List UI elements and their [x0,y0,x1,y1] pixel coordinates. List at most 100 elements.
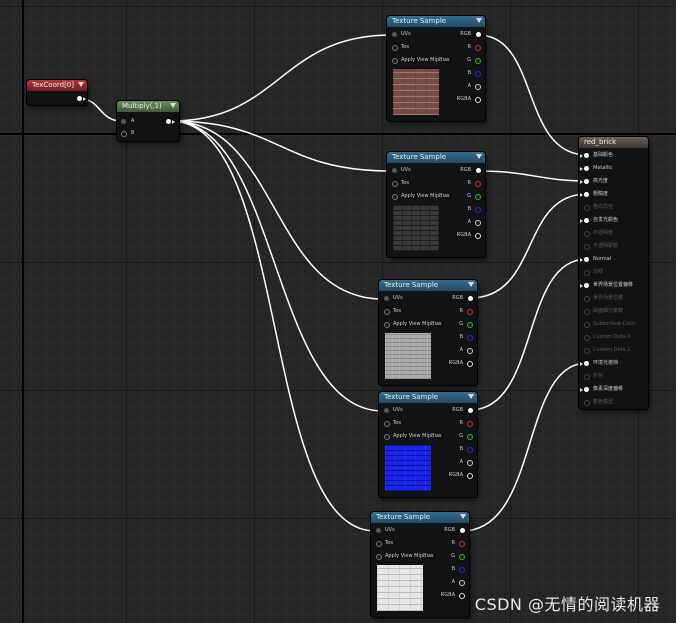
texture-sample-output-pin[interactable] [475,194,481,200]
texture-sample-output-pin[interactable] [476,32,481,37]
multiply-input-a-pin[interactable] [121,119,126,124]
texture-sample-node[interactable]: Texture Sample UVs Tex Apply View MipBias RG… [371,512,469,617]
texture-sample-output-pin[interactable] [459,541,465,547]
texture-sample-input-label: Apply View MipBias [393,321,442,327]
material-input-pin[interactable] [584,296,590,302]
texture-sample-output-pin[interactable] [475,71,481,77]
texture-sample-header[interactable]: Texture Sample [379,392,477,403]
texture-sample-output-pin[interactable] [476,168,481,173]
texture-sample-output-pin[interactable] [467,434,473,440]
multiply-output-pin[interactable] [166,119,171,124]
texture-sample-header[interactable]: Texture Sample [387,16,485,27]
texcoord-node[interactable]: TexCoord[0] [27,80,87,105]
texture-sample-input-pin[interactable] [376,554,382,560]
texcoord-node-header[interactable]: TexCoord[0] [27,80,87,91]
texture-sample-node[interactable]: Texture Sample UVs Tex Apply View MipBias RG… [387,152,485,257]
texture-sample-output-pin[interactable] [475,58,481,64]
texture-sample-input-pin[interactable] [392,194,398,200]
multiply-node-header[interactable]: Multiply(,1) [117,101,179,112]
texcoord-output-pin[interactable] [77,96,82,101]
texture-sample-node[interactable]: Texture Sample UVs Tex Apply View MipBias RG… [379,280,477,385]
texture-sample-output-label: RGBA [440,592,455,598]
texture-sample-output-pin[interactable] [467,361,473,367]
material-input-pin[interactable] [584,309,590,315]
material-input-pin[interactable] [584,335,590,341]
texture-sample-output-pin[interactable] [475,220,481,226]
texture-sample-output-pin[interactable] [459,567,465,573]
material-input-pin[interactable] [584,244,590,250]
texture-sample-input-pin[interactable] [376,541,382,547]
texture-sample-output-pin[interactable] [475,207,481,213]
material-input-pin[interactable] [584,322,590,328]
material-input-pin[interactable] [584,205,590,211]
texture-sample-input-label: Apply View MipBias [385,553,434,559]
collapse-arrow-icon[interactable] [476,18,482,23]
collapse-arrow-icon[interactable] [468,282,474,287]
collapse-arrow-icon[interactable] [476,154,482,159]
material-input-pin[interactable] [584,387,589,392]
texture-sample-input-pin[interactable] [384,322,390,328]
material-input-pin[interactable] [584,400,590,406]
texture-sample-input-pin[interactable] [392,168,397,173]
texture-sample-input-label: Apply View MipBias [393,433,442,439]
texture-sample-output-pin[interactable] [475,84,481,90]
material-input-pin[interactable] [584,361,589,366]
material-input-pin[interactable] [584,192,589,197]
texture-sample-output-pin[interactable] [475,181,481,187]
texture-sample-header[interactable]: Texture Sample [387,152,485,163]
texture-sample-output-pin[interactable] [459,580,465,586]
material-input-pin[interactable] [584,166,589,171]
texture-sample-output-pin[interactable] [475,45,481,51]
material-result-node[interactable]: red_brick 基础颜色 Metallic 高光度 粗糙度 各向异性 自发光颜色 不透明… [579,137,648,409]
texture-sample-output-pin[interactable] [467,421,473,427]
texture-sample-input-pin[interactable] [392,181,398,187]
texture-sample-node[interactable]: Texture Sample UVs Tex Apply View MipBias RG… [379,392,477,497]
texture-sample-output-pin[interactable] [467,460,473,466]
texture-sample-input-pin[interactable] [384,309,390,315]
collapse-arrow-icon[interactable] [468,394,474,399]
texture-sample-output-pin[interactable] [467,447,473,453]
texture-sample-node[interactable]: Texture Sample UVs Tex Apply View MipBias RG… [387,16,485,121]
texture-sample-output-pin[interactable] [475,233,481,239]
texture-sample-output-pin[interactable] [467,473,473,479]
texture-sample-output-pin[interactable] [459,593,465,599]
multiply-node[interactable]: Multiply(,1) A B [117,101,179,141]
texture-sample-output-pin[interactable] [468,408,473,413]
material-input-pin[interactable] [584,348,590,354]
texture-sample-input-pin[interactable] [376,528,381,533]
texture-sample-output-pin[interactable] [467,348,473,354]
material-input-pin[interactable] [584,179,589,184]
texture-sample-output-pin[interactable] [475,97,481,103]
texture-sample-input-pin[interactable] [384,408,389,413]
texture-sample-output-pin[interactable] [459,554,465,560]
collapse-arrow-icon[interactable] [170,103,176,108]
texture-sample-header[interactable]: Texture Sample [371,512,469,523]
material-input-pin[interactable] [584,231,590,237]
material-input-pin[interactable] [584,374,590,380]
texture-sample-output-pin[interactable] [460,528,465,533]
texture-sample-input-pin[interactable] [392,58,398,64]
material-input-pin[interactable] [584,270,590,276]
collapse-arrow-icon[interactable] [78,82,84,87]
material-input-pin[interactable] [584,153,589,158]
multiply-input-b-pin[interactable] [121,131,127,137]
material-node-header[interactable]: red_brick [579,137,648,148]
material-input-pin[interactable] [584,283,589,288]
texture-sample-output-pin[interactable] [467,309,473,315]
collapse-arrow-icon[interactable] [460,514,466,519]
texture-sample-input-pin[interactable] [392,45,398,51]
texture-sample-input-pin[interactable] [384,296,389,301]
material-input-label: Custom Data 1 [593,347,631,353]
material-input-pin[interactable] [584,218,589,223]
texture-sample-output-pin[interactable] [467,322,473,328]
texture-sample-output-label: RGB [452,407,463,413]
texture-sample-input-pin[interactable] [384,434,390,440]
wire-texcoord-multiply [80,98,122,122]
texture-sample-output-pin[interactable] [468,296,473,301]
material-input-pin[interactable] [584,257,589,262]
texture-sample-output-pin[interactable] [467,335,473,341]
texture-sample-output-label: RGBA [448,360,463,366]
texture-sample-input-pin[interactable] [392,32,397,37]
texture-sample-header[interactable]: Texture Sample [379,280,477,291]
texture-sample-input-pin[interactable] [384,421,390,427]
